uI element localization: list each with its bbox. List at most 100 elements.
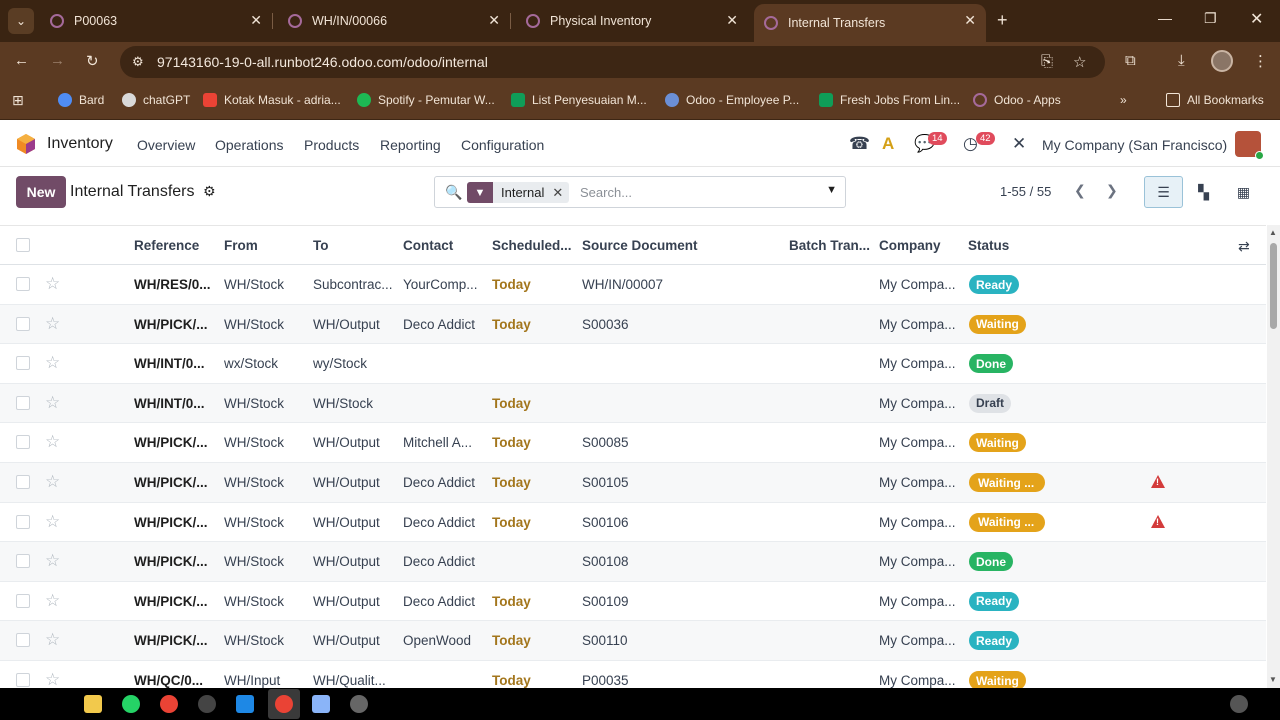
browser-tab-1[interactable]: P00063 ✕ xyxy=(40,6,273,36)
actions-gear-icon[interactable]: ⚙ xyxy=(203,183,216,200)
table-row[interactable]: ☆ WH/PICK/... WH/Stock WH/Output Deco Addict… xyxy=(0,542,1266,582)
row-checkbox[interactable] xyxy=(16,316,30,331)
table-row[interactable]: ☆ WH/INT/0... wx/Stock wy/Stock My Compa... D… xyxy=(0,344,1266,384)
col-to[interactable]: To xyxy=(313,238,329,253)
vscode-icon[interactable] xyxy=(236,695,254,713)
priority-star-icon[interactable]: ☆ xyxy=(45,353,60,373)
search-options-caret-icon[interactable]: ▼ xyxy=(826,184,837,196)
row-checkbox[interactable] xyxy=(16,593,30,608)
priority-star-icon[interactable]: ☆ xyxy=(45,274,60,294)
settings-app-icon[interactable] xyxy=(350,695,368,713)
col-status[interactable]: Status xyxy=(968,238,1009,253)
bookmark-fresh-jobs[interactable]: Fresh Jobs From Lin... xyxy=(819,93,960,107)
scroll-up-icon[interactable]: ▲ xyxy=(1269,228,1277,237)
row-checkbox[interactable] xyxy=(16,514,30,529)
priority-star-icon[interactable]: ☆ xyxy=(45,314,60,334)
pager-next-icon[interactable]: ❯ xyxy=(1106,182,1118,199)
pager-value[interactable]: 1-55 / 55 xyxy=(1000,184,1051,199)
inventory-app-icon[interactable] xyxy=(16,133,36,155)
close-window-icon[interactable]: ✕ xyxy=(1250,9,1263,29)
chrome-profile-icon[interactable] xyxy=(275,695,293,713)
browser-tab-3[interactable]: Physical Inventory ✕ xyxy=(516,6,748,36)
page-title[interactable]: Internal Transfers xyxy=(70,183,195,201)
table-row[interactable]: ☆ WH/RES/0... WH/Stock Subcontrac... YourCom… xyxy=(0,265,1266,305)
table-row[interactable]: ☆ WH/PICK/... WH/Stock WH/Output Deco Addict… xyxy=(0,463,1266,503)
downloads-icon[interactable]: ⤓ xyxy=(1178,52,1185,69)
new-tab-button[interactable]: + xyxy=(997,10,1008,31)
apps-grid-icon[interactable]: ⊞ xyxy=(12,92,24,109)
col-contact[interactable]: Contact xyxy=(403,238,453,253)
bookmark-gmail[interactable]: Kotak Masuk - adria... xyxy=(203,93,341,107)
table-row[interactable]: ☆ WH/INT/0... WH/Stock WH/Stock Today My Comp… xyxy=(0,383,1266,424)
file-explorer-icon[interactable] xyxy=(84,695,102,713)
priority-star-icon[interactable]: ☆ xyxy=(45,591,60,611)
forward-icon[interactable]: → xyxy=(50,52,65,69)
extensions-icon[interactable]: ⧉ xyxy=(1125,52,1136,69)
more-bookmarks-chevron[interactable]: » xyxy=(1120,93,1127,107)
browser-tab-2[interactable]: WH/IN/00066 ✕ xyxy=(278,6,511,36)
table-row[interactable]: ☆ WH/PICK/... WH/Stock WH/Output Deco Addict… xyxy=(0,304,1266,345)
tab-close-icon[interactable]: ✕ xyxy=(488,12,500,29)
col-scheduled[interactable]: Scheduled... xyxy=(492,238,572,253)
calendar-view-icon[interactable]: ▦ xyxy=(1224,176,1263,208)
phone-icon[interactable]: ☎ xyxy=(849,134,870,154)
menu-overview[interactable]: Overview xyxy=(137,137,195,153)
col-source-document[interactable]: Source Document xyxy=(582,238,698,253)
bookmark-odoo-apps[interactable]: Odoo - Apps xyxy=(973,93,1061,107)
tab-close-icon[interactable]: ✕ xyxy=(964,12,976,29)
menu-configuration[interactable]: Configuration xyxy=(461,137,544,153)
table-row[interactable]: ☆ WH/QC/0... WH/Input WH/Qualit... Today P000… xyxy=(0,661,1266,688)
row-checkbox[interactable] xyxy=(16,435,30,450)
table-row[interactable]: ☆ WH/PICK/... WH/Stock WH/Output Mitchell A.… xyxy=(0,423,1266,463)
priority-star-icon[interactable]: ☆ xyxy=(45,551,60,571)
priority-star-icon[interactable]: ☆ xyxy=(45,432,60,452)
row-checkbox[interactable] xyxy=(16,475,30,489)
bookmark-bard[interactable]: Bard xyxy=(58,93,104,107)
search-icon[interactable]: 🔍 xyxy=(445,184,462,201)
list-view-icon[interactable]: ☰ xyxy=(1144,176,1183,208)
remove-facet-icon[interactable]: ✕ xyxy=(552,185,569,201)
table-row[interactable]: ☆ WH/PICK/... WH/Stock WH/Output Deco Addict… xyxy=(0,582,1266,622)
chrome-icon[interactable] xyxy=(160,695,178,713)
row-checkbox[interactable] xyxy=(16,395,30,410)
site-settings-icon[interactable]: ⚙ xyxy=(132,54,144,70)
priority-star-icon[interactable]: ☆ xyxy=(45,512,60,532)
pager-previous-icon[interactable]: ❮ xyxy=(1074,182,1086,199)
search-input[interactable] xyxy=(580,182,810,202)
kanban-view-icon[interactable]: ▚ xyxy=(1184,176,1223,208)
row-checkbox[interactable] xyxy=(16,673,30,687)
bookmark-chatgpt[interactable]: chatGPT xyxy=(122,93,190,107)
col-from[interactable]: From xyxy=(224,238,258,253)
address-bar[interactable]: ⚙ 97143160-19-0-all.runbot246.odoo.com/o… xyxy=(120,46,1105,78)
bookmark-spotify[interactable]: Spotify - Pemutar W... xyxy=(357,93,495,107)
bookmark-sheets-list[interactable]: List Penyesuaian M... xyxy=(511,93,647,107)
col-company[interactable]: Company xyxy=(879,238,941,253)
table-row[interactable]: ☆ WH/PICK/... WH/Stock WH/Output Deco Addict… xyxy=(0,503,1266,543)
all-bookmarks-folder[interactable]: All Bookmarks xyxy=(1166,93,1264,107)
bookmark-star-icon[interactable]: ☆ xyxy=(1073,53,1086,71)
optional-columns-toggle-icon[interactable]: ⇄ xyxy=(1238,238,1250,255)
row-checkbox[interactable] xyxy=(16,277,30,291)
reload-icon[interactable]: ↻ xyxy=(86,52,99,70)
bookmark-odoo-employee[interactable]: Odoo - Employee P... xyxy=(665,93,799,107)
restore-window-icon[interactable]: ❐ xyxy=(1204,10,1217,27)
priority-star-icon[interactable]: ☆ xyxy=(45,630,60,650)
profile-avatar[interactable] xyxy=(1211,50,1233,72)
company-switcher[interactable]: My Company (San Francisco) xyxy=(1042,137,1227,153)
back-icon[interactable]: ← xyxy=(14,52,29,69)
row-checkbox[interactable] xyxy=(16,633,30,648)
user-avatar[interactable] xyxy=(1235,131,1264,160)
col-reference[interactable]: Reference xyxy=(134,238,199,253)
app-name[interactable]: Inventory xyxy=(47,135,113,153)
minimize-window-icon[interactable]: — xyxy=(1158,10,1172,26)
priority-star-icon[interactable]: ☆ xyxy=(45,393,60,413)
scroll-down-icon[interactable]: ▼ xyxy=(1269,675,1277,684)
new-button[interactable]: New xyxy=(16,176,66,208)
priority-star-icon[interactable]: ☆ xyxy=(45,670,60,688)
select-all-checkbox[interactable] xyxy=(16,238,30,252)
debug-tools-icon[interactable]: ✕ xyxy=(1012,134,1026,154)
col-batch-transfer[interactable]: Batch Tran... xyxy=(789,238,870,253)
system-tray-icon[interactable] xyxy=(1230,695,1248,713)
url-text[interactable]: 97143160-19-0-all.runbot246.odoo.com/odo… xyxy=(157,54,488,70)
notes-app-icon[interactable] xyxy=(312,695,330,713)
